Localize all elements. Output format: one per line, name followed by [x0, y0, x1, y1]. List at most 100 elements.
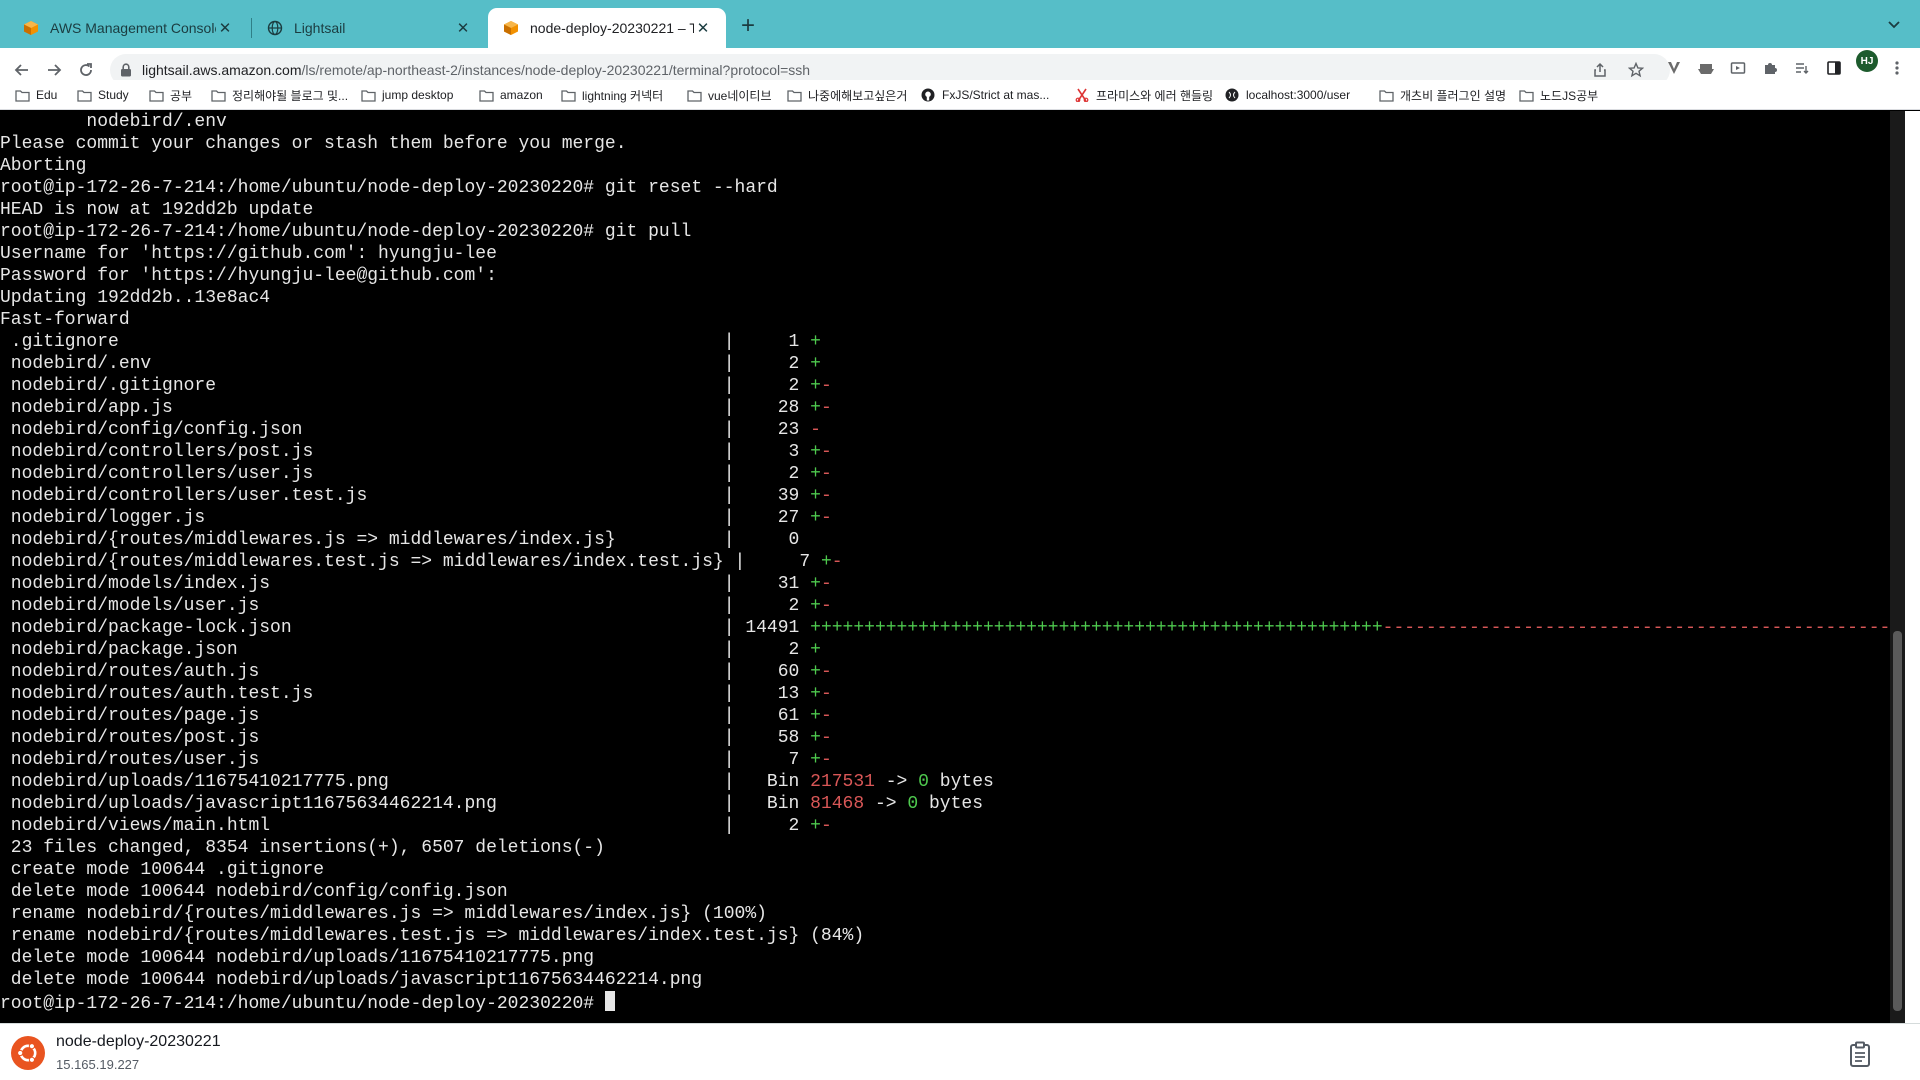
extension-cast-icon[interactable]: [1728, 58, 1748, 78]
more-menu-icon[interactable]: [1890, 58, 1904, 78]
browser-tabstrip: AWS Management Console ✕ Lightsail ✕ nod…: [0, 0, 1920, 48]
star-icon[interactable]: [1626, 60, 1646, 80]
forward-icon[interactable]: [42, 58, 66, 82]
lock-icon[interactable]: [118, 62, 134, 78]
reload-icon[interactable]: [74, 58, 98, 82]
terminal-line: nodebird/config/config.json | 23 -: [0, 419, 1890, 441]
removed-marker: -: [820, 706, 832, 726]
tab-terminal[interactable]: node-deploy-20230221 – Term ✕: [488, 8, 726, 48]
close-icon[interactable]: ✕: [216, 19, 234, 37]
bookmark-jump-desktop[interactable]: jump desktop: [360, 84, 453, 106]
added-marker: +: [810, 508, 821, 528]
terminal-scrollbar[interactable]: [1890, 111, 1905, 1023]
terminal-text: Updating 192dd2b..13e8ac4: [0, 288, 271, 308]
added-marker: +: [810, 486, 821, 506]
close-icon[interactable]: ✕: [454, 19, 472, 37]
bookmark-vue-native[interactable]: vue네이티브: [686, 84, 772, 106]
bookmark-label: amazon: [500, 88, 543, 102]
scissors-icon: [1074, 87, 1090, 103]
bookmark-gongbu[interactable]: 공부: [148, 84, 192, 106]
ssh-terminal[interactable]: nodebird/.env Please commit your changes …: [0, 111, 1890, 1023]
scrollbar-thumb[interactable]: [1893, 631, 1902, 1011]
bookmark-promise[interactable]: 프라미스와 에러 핸들링: [1074, 84, 1213, 106]
reading-list-icon[interactable]: [1792, 58, 1812, 78]
extension-v-icon[interactable]: [1664, 58, 1684, 78]
tab-aws-management-console[interactable]: AWS Management Console ✕: [8, 8, 248, 48]
url-text: lightsail.aws.amazon.com/ls/remote/ap-no…: [142, 62, 810, 78]
terminal-text: nodebird/.gitignore | 2: [0, 376, 811, 396]
terminal-line: nodebird/.env: [0, 111, 1890, 133]
terminal-text: HEAD is now at 192dd2b update: [0, 200, 314, 220]
tab-title: node-deploy-20230221 – Term: [530, 20, 694, 36]
terminal-line: root@ip-172-26-7-214:/home/ubuntu/node-d…: [0, 991, 1890, 1014]
terminal-text: root@ip-172-26-7-214:/home/ubuntu/node-d…: [0, 178, 778, 198]
terminal-line: nodebird/models/user.js | 2 +-: [0, 595, 1890, 617]
terminal-text: nodebird/{routes/middlewares.js => middl…: [0, 530, 800, 550]
bookmark-label: localhost:3000/user: [1246, 88, 1351, 102]
terminal-text: nodebird/routes/page.js | 61: [0, 706, 811, 726]
removed-marker: -: [820, 398, 832, 418]
terminal-text: ->: [874, 772, 919, 792]
terminal-text: bytes: [918, 794, 983, 814]
bookmark-localhost[interactable]: localhost:3000/user: [1224, 84, 1350, 106]
terminal-line: Username for 'https://github.com': hyung…: [0, 243, 1890, 265]
tab-lightsail[interactable]: Lightsail ✕: [252, 8, 486, 48]
folder-icon: [786, 87, 802, 103]
side-panel-icon[interactable]: [1824, 58, 1844, 78]
terminal-text: bytes: [928, 772, 994, 792]
removed-marker: 217531: [810, 772, 875, 792]
bookmark-amazon[interactable]: amazon: [478, 84, 543, 106]
terminal-line: nodebird/routes/page.js | 61 +-: [0, 705, 1890, 727]
bookmark-label: lightning 커넥터: [582, 88, 664, 103]
terminal-text: Please commit your changes or stash them…: [0, 134, 627, 154]
terminal-text: nodebird/package-lock.json | 14491: [0, 618, 811, 638]
bookmark-lightning[interactable]: lightning 커넥터: [560, 84, 663, 106]
terminal-text: nodebird/app.js | 28: [0, 398, 811, 418]
folder-icon: [478, 87, 494, 103]
terminal-text: .gitignore | 1: [0, 332, 811, 352]
terminal-line: nodebird/package-lock.json | 14491 +++++…: [0, 617, 1890, 639]
added-marker: +: [810, 376, 821, 396]
added-marker: ++++++++++++++++++++++++++++++++++++++++…: [810, 618, 1383, 638]
removed-marker: -: [820, 574, 832, 594]
terminal-text: nodebird/models/index.js | 31: [0, 574, 811, 594]
folder-icon: [360, 87, 376, 103]
clipboard-icon[interactable]: [1846, 1039, 1874, 1069]
bookmark-edu[interactable]: Edu: [14, 84, 57, 106]
terminal-line: nodebird/uploads/11675410217775.png | Bi…: [0, 771, 1890, 793]
terminal-line: nodebird/uploads/javascript1167563446221…: [0, 793, 1890, 815]
terminal-line: rename nodebird/{routes/middlewares.js =…: [0, 903, 1890, 925]
new-tab-button[interactable]: +: [734, 12, 762, 40]
bookmark-label: 개츠비 플러그인 설명: [1400, 88, 1507, 103]
terminal-text: delete mode 100644 nodebird/uploads/java…: [0, 970, 703, 990]
bookmark-later[interactable]: 나중에해보고싶은거: [786, 84, 907, 106]
added-marker: +: [810, 398, 821, 418]
back-icon[interactable]: [10, 58, 34, 82]
share-icon[interactable]: [1590, 60, 1610, 80]
added-marker: +: [810, 706, 821, 726]
terminal-text: nodebird/views/main.html | 2: [0, 816, 811, 836]
instance-ip: 15.165.19.227: [56, 1057, 140, 1072]
ubuntu-icon: [11, 1036, 45, 1070]
terminal-text: nodebird/uploads/javascript1167563446221…: [0, 794, 811, 814]
bookmark-fxjs[interactable]: FxJS/Strict at mas...: [920, 84, 1049, 106]
close-icon[interactable]: ✕: [694, 19, 712, 37]
terminal-text: nodebird/controllers/user.js | 2: [0, 464, 811, 484]
removed-marker: 81468: [810, 794, 865, 814]
terminal-text: nodebird/models/user.js | 2: [0, 596, 811, 616]
bookmark-label: 공부: [170, 88, 193, 103]
puzzle-icon[interactable]: [1760, 58, 1780, 78]
folder-icon: [1378, 87, 1394, 103]
chevron-down-icon[interactable]: [1882, 12, 1906, 36]
added-marker: +: [810, 596, 821, 616]
removed-marker: -: [820, 750, 832, 770]
tab-title: AWS Management Console: [50, 20, 216, 36]
bookmark-gatsby[interactable]: 개츠비 플러그인 설명: [1378, 84, 1506, 106]
added-marker: +: [810, 354, 821, 374]
bookmark-study[interactable]: Study: [76, 84, 129, 106]
bookmark-blog[interactable]: 정리해야될 블로그 및...: [210, 84, 348, 106]
terminal-line: delete mode 100644 nodebird/uploads/1167…: [0, 947, 1890, 969]
bookmark-nodejs[interactable]: 노드JS공부: [1518, 84, 1598, 106]
extension-ship-icon[interactable]: [1696, 58, 1716, 78]
profile-avatar[interactable]: HJ: [1856, 50, 1878, 72]
